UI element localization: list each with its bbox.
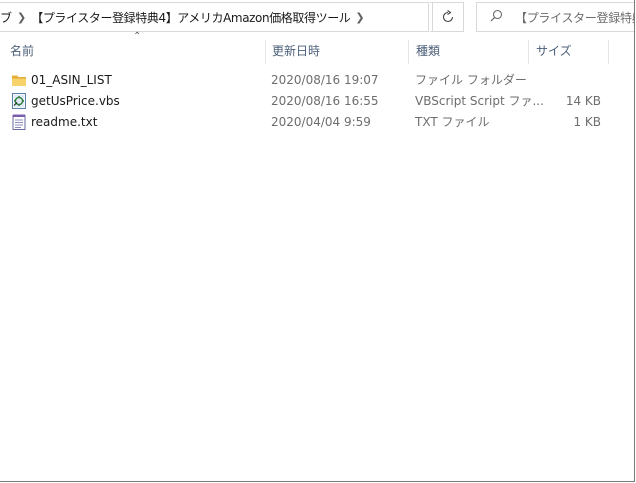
vbs-script-icon	[12, 93, 26, 109]
column-header-bar: 名前 ⌃ 更新日時 種類 サイズ	[0, 31, 634, 64]
file-size: 1 KB	[573, 115, 601, 129]
column-header-size[interactable]: サイズ	[530, 36, 608, 64]
refresh-icon	[442, 10, 454, 23]
column-header-size-label: サイズ	[536, 44, 572, 58]
column-header-modified-label: 更新日時	[272, 44, 321, 58]
folder-icon	[12, 75, 26, 86]
file-explorer-window: ブ ❯ 【プライスター登録特典4】アメリカAmazon価格取得ツール ❯ ⌄ 【…	[0, 0, 635, 482]
file-type: TXT ファイル	[415, 115, 490, 129]
search-input[interactable]: 【プライスター登録特典4】	[476, 2, 634, 32]
column-divider[interactable]	[528, 40, 529, 64]
text-file-icon	[12, 114, 26, 130]
address-bar[interactable]: ブ ❯ 【プライスター登録特典4】アメリカAmazon価格取得ツール ❯	[0, 2, 429, 32]
breadcrumb-separator-icon[interactable]: ❯	[12, 11, 31, 24]
address-bar-row: ブ ❯ 【プライスター登録特典4】アメリカAmazon価格取得ツール ❯ ⌄ 【…	[0, 0, 634, 34]
file-name: readme.txt	[31, 115, 98, 129]
column-divider[interactable]	[608, 40, 609, 64]
file-modified: 2020/08/16 19:07	[271, 73, 379, 87]
file-type: ファイル フォルダー	[415, 73, 527, 87]
search-placeholder: 【プライスター登録特典4】	[515, 10, 634, 25]
column-divider[interactable]	[408, 40, 409, 64]
file-size	[530, 69, 601, 91]
file-modified: 2020/08/16 16:55	[271, 94, 379, 108]
column-header-name-label: 名前	[10, 44, 35, 58]
column-header-name[interactable]: 名前 ⌃	[4, 31, 264, 64]
file-row[interactable]: 01_ASIN_LIST 2020/08/16 19:07 ファイル フォルダー	[0, 69, 634, 91]
breadcrumb-current-folder[interactable]: 【プライスター登録特典4】アメリカAmazon価格取得ツール	[31, 9, 351, 26]
search-icon	[477, 9, 509, 26]
column-header-type-label: 種類	[416, 44, 441, 58]
file-type: VBScript Script ファ...	[415, 94, 544, 108]
file-size: 14 KB	[565, 94, 601, 108]
refresh-button[interactable]	[432, 2, 464, 32]
column-header-modified[interactable]: 更新日時	[266, 36, 408, 64]
file-row[interactable]: readme.txt 2020/04/04 9:59 TXT ファイル 1 KB	[0, 111, 634, 133]
file-name: getUsPrice.vbs	[31, 94, 120, 108]
file-row[interactable]: getUsPrice.vbs 2020/08/16 16:55 VBScript…	[0, 90, 634, 112]
sort-ascending-icon: ⌃	[133, 31, 142, 42]
breadcrumb-parent[interactable]: ブ	[0, 9, 12, 26]
column-header-type[interactable]: 種類	[410, 36, 528, 64]
file-modified: 2020/04/04 9:59	[271, 115, 371, 129]
breadcrumb-chevron-icon[interactable]: ❯	[350, 11, 369, 24]
file-name: 01_ASIN_LIST	[31, 73, 112, 87]
